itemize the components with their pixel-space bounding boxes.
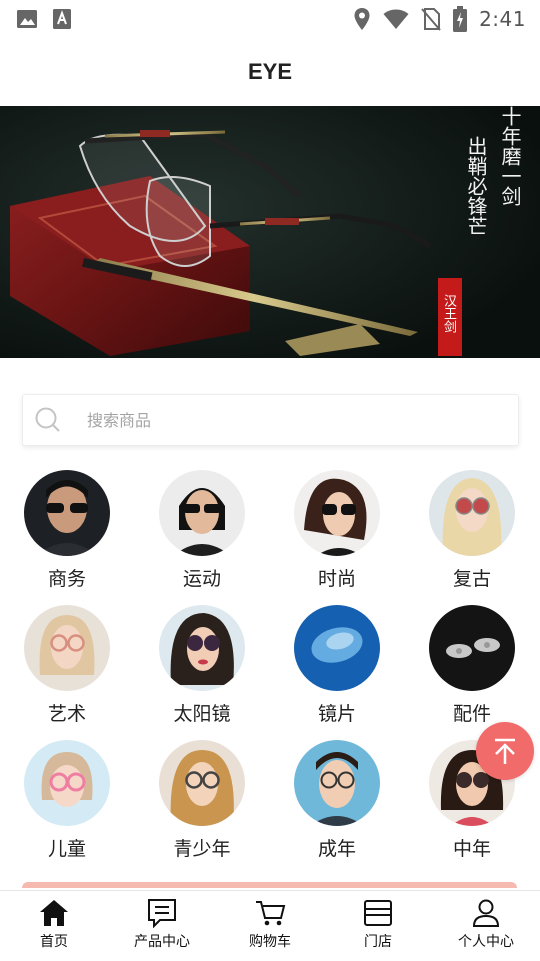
category-accessories[interactable]: 配件 — [417, 603, 527, 725]
nav-products[interactable]: 产品中心 — [108, 891, 216, 961]
category-label: 青少年 — [173, 838, 231, 860]
category-label: 镜片 — [317, 703, 356, 725]
category-label: 太阳镜 — [173, 703, 231, 725]
arrow-up-icon — [495, 738, 515, 764]
category-avatar — [159, 605, 245, 691]
wifi-icon — [383, 9, 409, 29]
category-avatar — [24, 470, 110, 556]
category-grid: 商务 运动 时尚 复古 艺术 太阳镜 镜片 配件 儿童 青少年 成年 中年 — [0, 468, 540, 868]
promo-banner[interactable]: 出鞘必锋芒 十年磨一剑 汉王剑 — [0, 106, 540, 358]
banner-slogan-2: 十年磨一剑 — [498, 106, 522, 206]
category-children[interactable]: 儿童 — [12, 738, 122, 860]
nav-store[interactable]: 门店 — [324, 891, 432, 961]
category-art[interactable]: 艺术 — [12, 603, 122, 725]
nav-label: 产品中心 — [134, 934, 190, 950]
category-label: 运动 — [182, 568, 221, 590]
category-label: 儿童 — [47, 838, 86, 860]
nav-label: 购物车 — [249, 934, 291, 950]
nav-label: 首页 — [40, 934, 68, 950]
category-label: 商务 — [47, 568, 86, 590]
location-icon — [354, 8, 370, 30]
product-list-icon — [148, 899, 176, 928]
category-avatar — [24, 605, 110, 691]
category-avatar — [294, 470, 380, 556]
nav-profile[interactable]: 个人中心 — [432, 891, 540, 961]
category-label: 时尚 — [317, 568, 356, 590]
banner-slogan-1: 出鞘必锋芒 — [464, 136, 488, 236]
bottom-nav: 首页 产品中心 购物车 门店 个人中心 — [0, 890, 540, 961]
nav-label: 门店 — [364, 934, 392, 950]
category-retro[interactable]: 复古 — [417, 468, 527, 590]
status-bar: 2:41 — [0, 0, 540, 38]
cart-icon — [256, 901, 286, 926]
category-avatar — [159, 740, 245, 826]
category-avatar — [294, 740, 380, 826]
nav-label: 个人中心 — [458, 934, 514, 950]
no-sim-icon — [421, 8, 441, 31]
category-lens[interactable]: 镜片 — [282, 603, 392, 725]
category-avatar — [24, 740, 110, 826]
category-business[interactable]: 商务 — [12, 468, 122, 590]
nav-home[interactable]: 首页 — [0, 891, 108, 961]
category-adult[interactable]: 成年 — [282, 738, 392, 860]
category-avatar — [294, 605, 380, 691]
back-to-top-button[interactable] — [476, 722, 534, 780]
category-teen[interactable]: 青少年 — [147, 738, 257, 860]
search-input[interactable] — [85, 409, 449, 431]
battery-icon — [453, 6, 468, 32]
search-box[interactable] — [22, 394, 519, 446]
image-icon — [17, 10, 37, 28]
page-title: EYE — [247, 59, 293, 84]
category-label: 艺术 — [47, 703, 86, 725]
category-label: 成年 — [317, 838, 356, 860]
category-sport[interactable]: 运动 — [147, 468, 257, 590]
search-icon — [35, 407, 60, 432]
nav-cart[interactable]: 购物车 — [216, 891, 324, 961]
category-fashion[interactable]: 时尚 — [282, 468, 392, 590]
text-a-icon — [53, 9, 71, 29]
next-section-peek — [22, 882, 517, 888]
category-avatar — [429, 605, 515, 691]
banner-seal-text: 汉王剑 — [441, 294, 456, 333]
home-icon — [40, 900, 68, 926]
category-label: 复古 — [452, 568, 491, 590]
banner-image — [0, 106, 540, 358]
category-label: 中年 — [452, 838, 491, 860]
status-clock: 2:41 — [479, 7, 526, 31]
category-avatar — [159, 470, 245, 556]
app-header: EYE — [0, 38, 540, 106]
category-sunglasses[interactable]: 太阳镜 — [147, 603, 257, 725]
user-icon — [472, 899, 500, 927]
category-avatar — [429, 470, 515, 556]
store-icon — [364, 900, 392, 926]
